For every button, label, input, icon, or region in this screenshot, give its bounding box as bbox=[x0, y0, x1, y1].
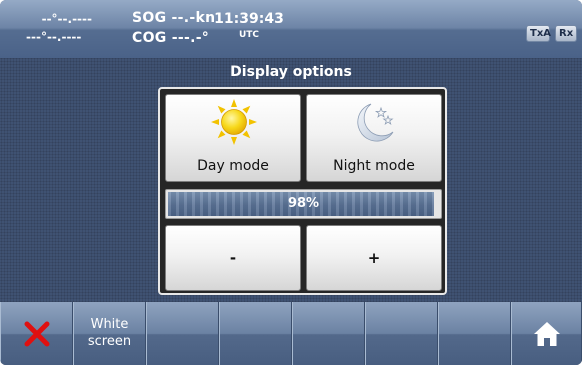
day-mode-label: Day mode bbox=[197, 158, 269, 174]
position-readout: --°--.---- ---°--.---- bbox=[0, 10, 92, 46]
white-screen-line1: White bbox=[90, 317, 129, 332]
softkey-6[interactable] bbox=[365, 302, 438, 365]
page-title: Display options bbox=[230, 64, 352, 80]
close-x-icon bbox=[24, 321, 49, 346]
minus-label: - bbox=[229, 249, 237, 267]
increase-brightness-button[interactable]: + bbox=[306, 225, 442, 291]
close-button[interactable] bbox=[0, 302, 73, 365]
moon-stars-icon bbox=[357, 103, 394, 142]
sog-text: SOG --.-kn bbox=[132, 10, 216, 26]
softkey-3[interactable] bbox=[146, 302, 219, 365]
sun-icon bbox=[211, 99, 257, 145]
brightness-slider[interactable]: 98% bbox=[165, 189, 442, 219]
latitude-text: --°--.---- bbox=[41, 12, 92, 26]
day-mode-button[interactable]: Day mode bbox=[165, 94, 301, 182]
decrease-brightness-button[interactable]: - bbox=[165, 225, 301, 291]
home-button[interactable] bbox=[511, 302, 582, 365]
status-bar: --°--.---- ---°--.---- SOG --.-kn COG --… bbox=[0, 0, 582, 58]
softkey-4[interactable] bbox=[219, 302, 292, 365]
white-screen-button[interactable]: White screen bbox=[73, 302, 146, 365]
cog-text: COG ---.-° bbox=[132, 30, 210, 46]
white-screen-label: White screen bbox=[74, 316, 145, 350]
home-icon bbox=[533, 321, 560, 346]
softkey-7[interactable] bbox=[438, 302, 511, 365]
time-text: 11:39:43 bbox=[214, 11, 284, 27]
white-screen-line2: screen bbox=[87, 334, 132, 349]
txa-indicator: TxA bbox=[526, 25, 551, 42]
plus-label: + bbox=[367, 249, 381, 267]
screen: --°--.---- ---°--.---- SOG --.-kn COG --… bbox=[0, 0, 582, 365]
night-mode-label: Night mode bbox=[333, 158, 415, 174]
night-mode-button[interactable]: Night mode bbox=[306, 94, 442, 182]
clock: 11:39:43 UTC bbox=[211, 10, 287, 41]
softkey-bar: White screen bbox=[0, 302, 582, 365]
rx-indicator: Rx bbox=[555, 25, 577, 42]
longitude-text: ---°--.---- bbox=[26, 30, 82, 44]
brightness-value: 98% bbox=[287, 196, 320, 211]
navigation-readout: SOG --.-kn COG ---.-° bbox=[132, 8, 215, 48]
softkey-5[interactable] bbox=[292, 302, 365, 365]
timezone-text: UTC bbox=[238, 30, 260, 40]
display-options-panel: Day mode Night mode 98% - + bbox=[158, 87, 447, 295]
